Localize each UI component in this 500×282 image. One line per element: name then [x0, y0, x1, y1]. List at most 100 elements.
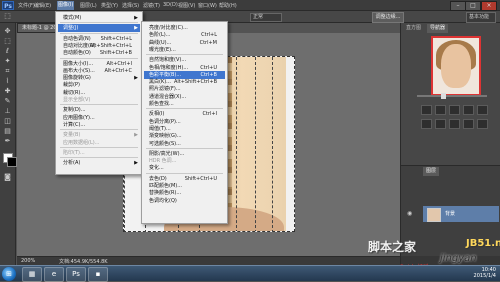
menu-item-label: 自动颜色(O)	[63, 50, 91, 57]
menu-6[interactable]: 滤镜(T)	[143, 2, 160, 9]
adjustment-icon[interactable]	[477, 105, 488, 115]
menu-item[interactable]: 调整(J) ▶	[58, 24, 140, 33]
layer-row-background[interactable]: 背景	[423, 206, 499, 222]
menu-item-label: 计算(C)...	[63, 121, 86, 128]
brush-tool-icon[interactable]: ✎	[3, 97, 12, 106]
menu-item-label: 分析(A)	[63, 160, 81, 167]
watermark-site: jingyan	[440, 253, 477, 264]
taskbar-app-icon[interactable]: ▪	[88, 267, 108, 282]
submenu-arrow-icon: ▶	[134, 15, 138, 21]
adjustment-icon[interactable]	[463, 105, 474, 115]
taskbar-ie-icon[interactable]: e	[44, 267, 64, 282]
menu-4[interactable]: 类型(Y)	[101, 2, 118, 9]
menu-item: 陷印(T)...	[58, 149, 140, 157]
eraser-icon[interactable]: ◫	[3, 117, 12, 126]
adjustment-icon[interactable]	[449, 119, 460, 129]
move-tool-icon[interactable]: ✥	[3, 27, 12, 36]
menu-item-label: 颜色查找...	[149, 101, 174, 107]
adjustment-icon[interactable]	[463, 119, 474, 129]
menu-item[interactable]: 分析(A) ▶	[58, 159, 140, 167]
menu-item[interactable]: 可选颜色(S)...	[144, 140, 225, 148]
menu-separator	[60, 146, 138, 148]
eyedropper-icon[interactable]: ⌇	[3, 77, 12, 86]
status-bar: 200% 文档:454.9K/554.8K	[17, 256, 400, 265]
menu-item[interactable]: 变化...	[144, 164, 225, 172]
menu-item-label: 曝光度(E)...	[149, 46, 176, 53]
taskbar-explorer-icon[interactable]: ▦	[22, 267, 42, 282]
menu-7[interactable]: 3D(D)	[163, 2, 178, 8]
zoom-slider[interactable]	[417, 95, 487, 97]
system-clock: 10:40 2015/1/4	[474, 267, 496, 279]
healing-brush-icon[interactable]: ✚	[3, 87, 12, 96]
menu-item: 显示全部(V)	[58, 96, 140, 104]
magic-wand-icon[interactable]: ✦	[3, 57, 12, 66]
start-button[interactable]: ⊞	[2, 267, 16, 281]
adjustment-icon[interactable]	[435, 119, 446, 129]
menu-1[interactable]: 编辑(E)	[34, 2, 51, 9]
menu-item[interactable]: 计算(C)...	[58, 121, 140, 129]
menu-3[interactable]: 图层(L)	[80, 2, 97, 9]
adjustment-icon[interactable]	[477, 119, 488, 129]
menu-2[interactable]: 图像(I)	[57, 1, 75, 10]
menu-item-shortcut: Shift+Ctrl+B	[99, 50, 132, 57]
selection-strip	[236, 57, 256, 231]
marquee-tool-icon[interactable]: ⬚	[3, 37, 12, 46]
minimize-button[interactable]: –	[450, 1, 466, 11]
tab-layers[interactable]: 图层	[423, 167, 440, 176]
tools-panel: ✥ ⬚ ℓ ✦ ⌗ ⌇ ✚ ✎ ⊥ ◫ ▤ ✒ ◙	[0, 23, 17, 265]
adjustment-icon[interactable]	[421, 105, 432, 115]
menu-9[interactable]: 窗口(W)	[198, 2, 217, 9]
menubar: Ps 文件(F) 编辑(E) 图像(I) 图层(L) 类型(Y) 选择(S) 滤镜(T) 3D…	[0, 0, 500, 11]
visibility-eye-icon[interactable]: ◉	[407, 210, 415, 217]
thumbnail-face	[441, 44, 471, 88]
marquee-tool-icon[interactable]: ⬚	[3, 12, 12, 21]
menu-item[interactable]: 自动颜色(O) Shift+Ctrl+B	[58, 49, 140, 57]
crop-tool-icon[interactable]: ⌗	[3, 67, 12, 76]
menu-item[interactable]: 曝光度(E)...	[144, 46, 225, 54]
lasso-tool-icon[interactable]: ℓ	[3, 47, 12, 56]
layer-thumbnail	[427, 208, 441, 222]
background-color-swatch[interactable]	[7, 157, 17, 167]
menu-10[interactable]: 帮助(H)	[219, 2, 237, 9]
menu-item[interactable]: 模式(M) ▶	[58, 14, 140, 22]
adjustment-icon[interactable]	[421, 119, 432, 129]
menu-item: 应用数据组(L)...	[58, 139, 140, 147]
gradient-tool-icon[interactable]: ▤	[3, 127, 12, 136]
selection-strip	[272, 57, 294, 231]
clone-stamp-icon[interactable]: ⊥	[3, 107, 12, 116]
menu-item-label: 色调均化(Q)	[149, 197, 177, 204]
menu-item-label: 模式(M)	[63, 15, 82, 21]
layer-name: 背景	[445, 211, 456, 217]
quick-mask-icon[interactable]: ◙	[3, 173, 12, 182]
workspace-select[interactable]: 基本功能	[466, 12, 496, 23]
menu-item[interactable]: 颜色查找...	[144, 100, 225, 108]
maximize-button[interactable]: □	[465, 1, 481, 11]
refine-edge-button[interactable]: 调整边缘...	[372, 12, 404, 23]
close-button[interactable]: ×	[481, 1, 497, 11]
menu-separator	[60, 129, 138, 131]
navigator-thumbnail[interactable]	[431, 36, 481, 96]
menu-separator	[60, 22, 138, 24]
menu-5[interactable]: 选择(S)	[122, 2, 139, 9]
menu-8[interactable]: 视图(V)	[178, 2, 195, 9]
menu-0[interactable]: 文件(F)	[18, 2, 35, 9]
adjustment-icon[interactable]	[449, 105, 460, 115]
watermark-domain: JB51.net	[466, 238, 500, 249]
photoshop-logo: Ps	[2, 1, 14, 10]
adjustment-icon[interactable]	[435, 105, 446, 115]
windows-taskbar: ⊞ ▦ e Ps ▪ 10:40 2015/1/4	[0, 265, 500, 282]
menu-separator	[60, 57, 138, 59]
tab-navigator[interactable]: 导航器	[427, 24, 449, 33]
menu-separator	[60, 32, 138, 34]
pen-tool-icon[interactable]: ✒	[3, 137, 12, 146]
taskbar-photoshop-icon[interactable]: Ps	[66, 267, 86, 282]
menu-item[interactable]: 色调均化(Q)	[144, 197, 225, 205]
zoom-level[interactable]: 200%	[21, 258, 35, 264]
tab-histogram[interactable]: 直方图	[403, 24, 424, 33]
zoom-slider-handle[interactable]	[441, 93, 446, 99]
blend-mode-select[interactable]: 正常	[250, 13, 282, 22]
menu-separator	[146, 108, 223, 110]
clock-date: 2015/1/4	[473, 273, 496, 279]
adjustments-submenu: 亮度/对比度(C)... 色阶(L)... Ctrl+L 曲线(U)... Ctrl+M…	[141, 21, 228, 224]
menu-separator	[146, 54, 223, 56]
